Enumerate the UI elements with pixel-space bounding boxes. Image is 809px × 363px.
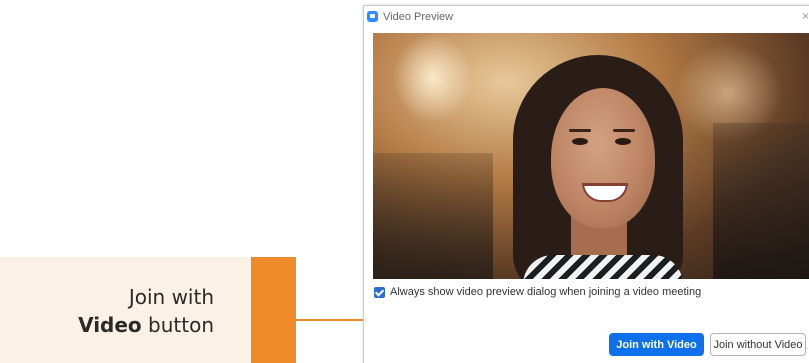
join-with-video-button[interactable]: Join with Video	[609, 333, 704, 356]
video-background-light	[393, 33, 473, 123]
close-icon[interactable]: ×	[802, 9, 809, 23]
person-eyebrow	[613, 129, 635, 132]
person-eye	[615, 138, 631, 145]
video-background-shadow	[713, 123, 809, 279]
person-eye	[572, 138, 588, 145]
screenshot-stage: Join with Video button Video Preview × A…	[0, 0, 809, 363]
person-eyebrow	[569, 129, 591, 132]
video-preview-dialog: Video Preview × Always show video previe…	[363, 5, 809, 363]
always-show-preview-label[interactable]: Always show video preview dialog when jo…	[390, 286, 701, 298]
person-shirt	[523, 255, 683, 279]
callout-line-1: Join with	[128, 285, 214, 309]
callout-rest: button	[141, 313, 214, 337]
callout-bold-word: Video	[78, 313, 142, 337]
join-without-video-button[interactable]: Join without Video	[710, 333, 806, 356]
video-background-shadow	[373, 153, 493, 279]
callout-text: Join with Video button	[0, 283, 214, 339]
person-face	[551, 88, 655, 228]
dialog-titlebar[interactable]: Video Preview ×	[364, 6, 809, 28]
video-preview	[373, 33, 809, 279]
zoom-camera-icon	[367, 11, 378, 22]
callout-line-2: Video button	[0, 311, 214, 339]
callout-accent-bar	[251, 257, 296, 363]
always-show-preview-checkbox[interactable]	[374, 287, 385, 298]
callout-box: Join with Video button	[0, 257, 296, 363]
dialog-title: Video Preview	[383, 11, 454, 23]
